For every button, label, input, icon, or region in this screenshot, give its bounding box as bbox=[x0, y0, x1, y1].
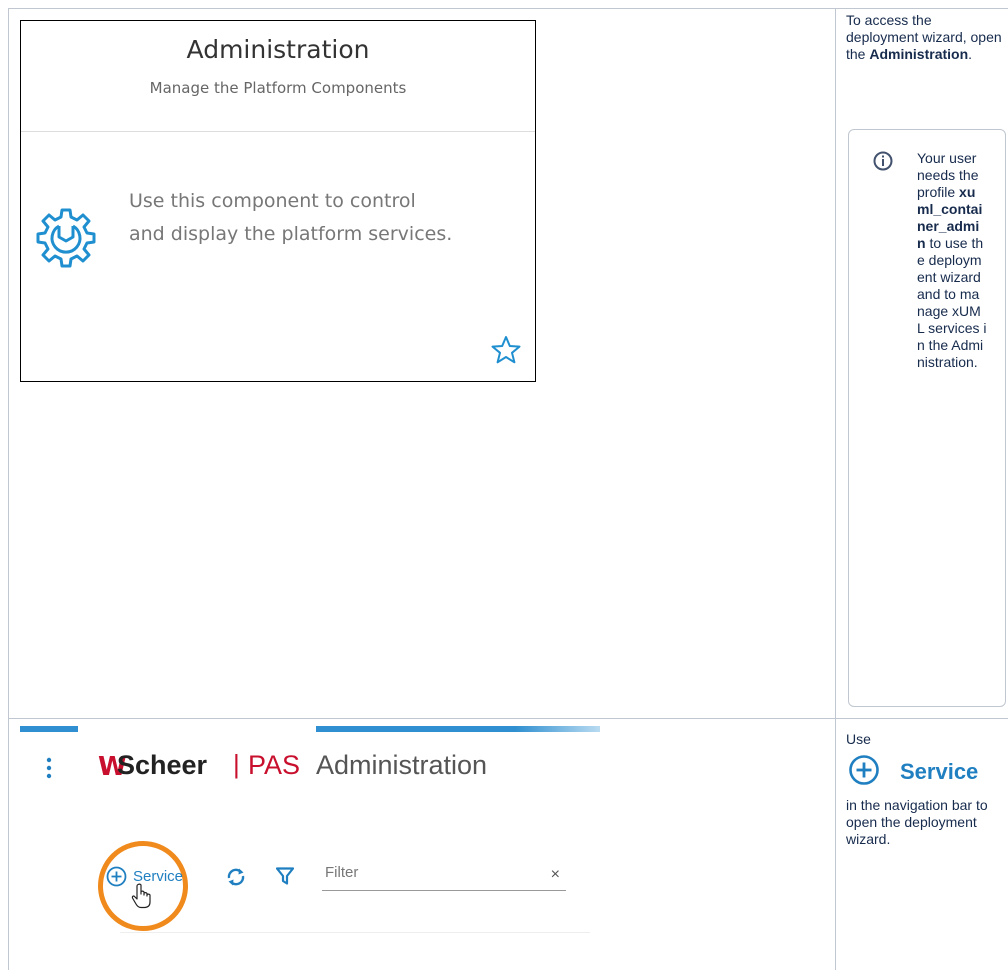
intro-text-post: . bbox=[968, 46, 973, 62]
kebab-menu-icon[interactable] bbox=[46, 756, 52, 780]
scheer-logo-brand: Scheer bbox=[117, 750, 208, 780]
plus-circle-icon bbox=[849, 755, 879, 785]
info-text-post: to use the deployment wizard and to mana… bbox=[917, 235, 987, 370]
gear-wrench-icon bbox=[36, 208, 96, 268]
app-name: Administration bbox=[316, 750, 488, 780]
info-text: Your user needs the profile xuml_contain… bbox=[917, 150, 987, 371]
plus-circle-icon bbox=[106, 866, 127, 887]
star-outline-icon[interactable] bbox=[491, 335, 521, 365]
intro-text-bold: Administration bbox=[869, 46, 969, 62]
info-icon bbox=[873, 151, 893, 171]
card-title: Administration bbox=[186, 35, 370, 64]
administration-card-screenshot: Administration Manage the Platform Compo… bbox=[20, 20, 536, 382]
logo-separator: | bbox=[233, 749, 240, 779]
table-border-left bbox=[8, 8, 9, 970]
clear-filter-icon[interactable]: × bbox=[551, 866, 560, 884]
filter-funnel-icon[interactable] bbox=[276, 867, 294, 885]
service-button-image: Service bbox=[848, 752, 1008, 790]
table-column-divider bbox=[835, 8, 836, 970]
hand-pointer-cursor-icon bbox=[131, 883, 151, 909]
header-accent-bar-right bbox=[316, 726, 600, 732]
navigation-instruction-text: in the navigation bar to open the deploy… bbox=[846, 797, 988, 847]
table-row-divider bbox=[8, 718, 1008, 719]
filter-placeholder: Filter bbox=[325, 864, 359, 881]
service-image-label: Service bbox=[900, 759, 979, 784]
card-description-line-1: Use this component to control bbox=[129, 190, 416, 212]
pas-administration-screenshot: W Scheer | PAS Administration Service Fi… bbox=[20, 726, 600, 970]
table-border-top bbox=[8, 8, 1008, 9]
card-divider bbox=[21, 131, 535, 132]
refresh-icon[interactable] bbox=[225, 867, 247, 887]
logo-product: PAS bbox=[248, 750, 301, 780]
card-description: Use this component to control and displa… bbox=[129, 185, 509, 251]
card-subtitle: Manage the Platform Components bbox=[149, 79, 407, 97]
card-description-line-2: and display the platform services. bbox=[129, 223, 453, 245]
info-panel: Your user needs the profile xuml_contain… bbox=[848, 129, 1006, 707]
intro-text: To access the deployment wizard, open th… bbox=[846, 12, 1002, 63]
header-accent-bar-left bbox=[20, 726, 78, 732]
use-label: Use bbox=[846, 731, 871, 747]
toolbar-divider bbox=[120, 932, 590, 933]
filter-input[interactable]: Filter × bbox=[322, 860, 566, 891]
